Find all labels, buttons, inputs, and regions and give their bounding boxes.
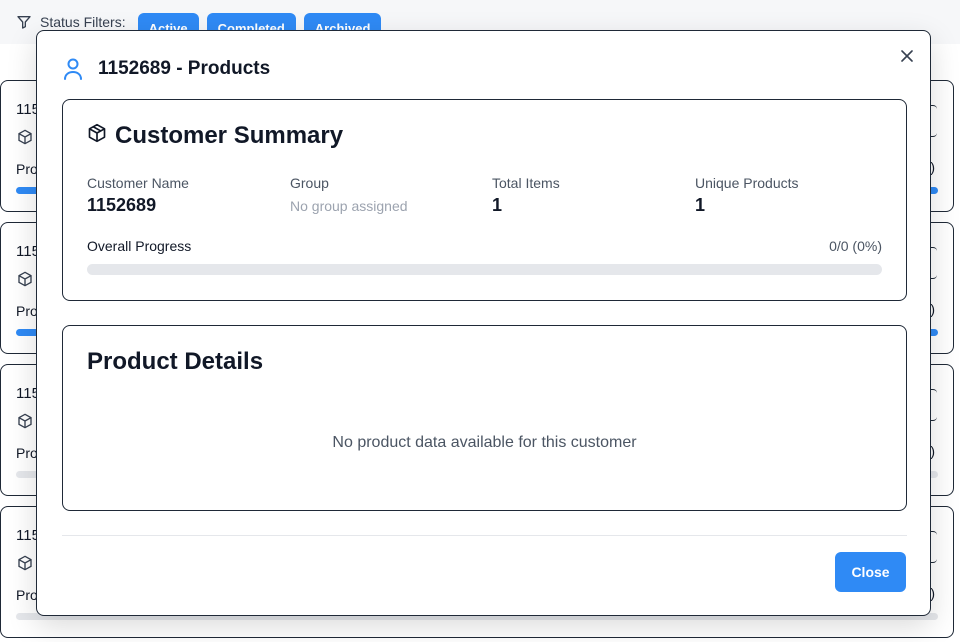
customer-name-value: 1152689 [87,195,157,215]
close-icon[interactable] [898,47,916,65]
product-details-title: Product Details [87,348,264,375]
total-items-value: 1 [492,195,503,215]
products-modal: 1152689 - Products Customer Summary Cust… [36,30,931,616]
footer-divider [62,535,907,536]
group-label: Group [290,175,329,191]
total-items-label: Total Items [492,175,560,191]
empty-state-message: No product data available for this custo… [332,434,637,451]
unique-products-label: Unique Products [695,175,799,191]
close-button[interactable]: Close [835,552,906,592]
customer-name-stat: Customer Name 1152689 [87,175,189,216]
total-items-stat: Total Items 1 [492,175,560,216]
unique-products-stat: Unique Products 1 [695,175,799,216]
customer-summary-title: Customer Summary [115,122,344,149]
customer-summary-heading: Customer Summary [87,122,343,150]
overall-progress-label: Overall Progress [87,238,192,254]
group-stat: Group No group assigned [290,175,408,214]
customer-name-label: Customer Name [87,175,189,191]
unique-products-value: 1 [695,195,706,215]
modal-title: 1152689 - Products [98,58,271,79]
modal-header: 1152689 - Products [62,57,270,81]
user-icon [62,57,84,81]
group-value: No group assigned [290,198,408,214]
overall-progress-value: 0/0 (0%) [829,238,882,254]
customer-summary-section: Customer Summary Customer Name 1152689 G… [62,99,907,301]
package-icon [87,122,107,150]
product-details-section: Product Details No product data availabl… [62,325,907,511]
overall-progress-bar [87,264,882,275]
